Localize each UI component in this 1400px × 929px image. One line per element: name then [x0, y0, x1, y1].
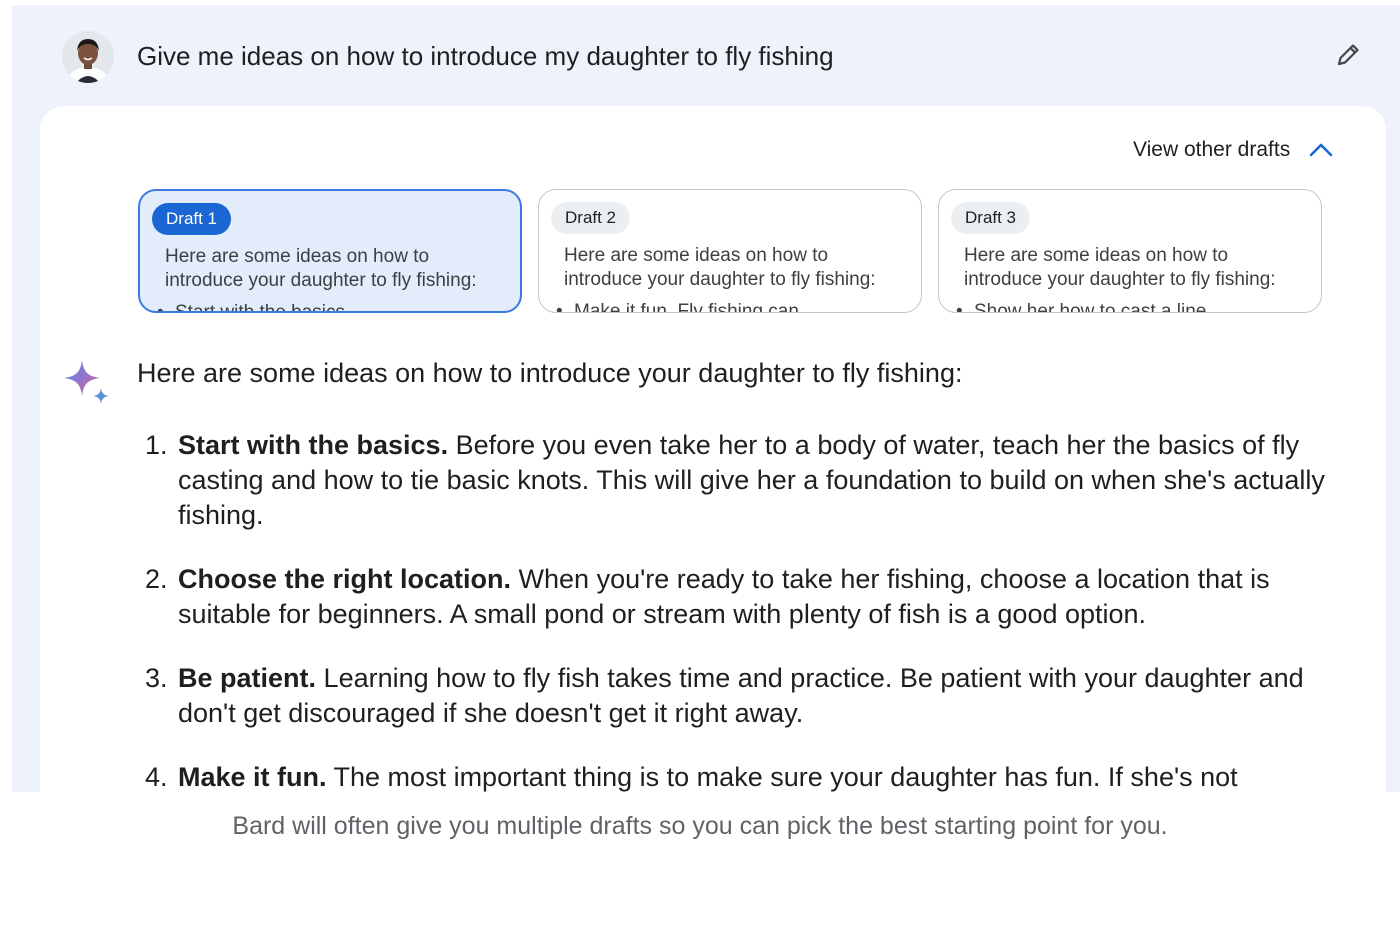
draft-card-2[interactable]: Draft 2 Here are some ideas on how to in… — [538, 189, 922, 313]
list-item-text: Learning how to fly fish takes time and … — [178, 663, 1304, 728]
draft-label: Draft 1 — [152, 203, 232, 235]
list-item-title: Be patient. — [178, 663, 317, 693]
view-other-drafts-label: View other drafts — [1133, 138, 1291, 161]
draft-card-1[interactable]: Draft 1 Here are some ideas on how to in… — [138, 189, 522, 313]
user-avatar — [62, 31, 114, 83]
list-item: 1. Start with the basics. Before you eve… — [137, 428, 1327, 533]
chevron-up-icon — [1309, 143, 1333, 157]
prompt-text: Give me ideas on how to introduce my dau… — [137, 41, 834, 71]
response-intro: Here are some ideas on how to introduce … — [137, 358, 963, 388]
image-caption: Bard will often give you multiple drafts… — [232, 812, 1168, 840]
pencil-icon[interactable] — [1334, 41, 1362, 69]
ideas-list: 1. Start with the basics. Before you eve… — [137, 428, 1327, 792]
view-other-drafts-toggle[interactable]: View other drafts — [1133, 136, 1334, 164]
draft-card-3[interactable]: Draft 3 Here are some ideas on how to in… — [938, 189, 1322, 313]
bard-screenshot: Give me ideas on how to introduce my dau… — [12, 5, 1400, 792]
list-item-number: 3. — [145, 663, 168, 693]
draft-preview: Here are some ideas on how to introduce … — [564, 245, 876, 290]
list-item-number: 4. — [145, 762, 168, 792]
list-item: 4. Make it fun. The most important thing… — [137, 760, 1327, 792]
draft-bullet: Make it fun. Fly fishing can — [556, 300, 799, 312]
draft-bullet: Show her how to cast a line — [956, 300, 1206, 312]
list-item-title: Choose the right location. — [178, 564, 512, 594]
prompt-row: Give me ideas on how to introduce my dau… — [12, 5, 1400, 105]
list-item-number: 1. — [145, 430, 168, 460]
draft-preview: Here are some ideas on how to introduce … — [964, 245, 1276, 290]
list-item: 3. Be patient. Learning how to fly fish … — [137, 661, 1327, 731]
draft-label: Draft 2 — [551, 202, 631, 234]
list-item-number: 2. — [145, 564, 168, 594]
draft-label: Draft 3 — [951, 202, 1031, 234]
sparkle-icon — [64, 360, 109, 404]
response-card: View other drafts Draft 1 Here are some … — [40, 106, 1386, 792]
draft-bullet: Start with the basics — [157, 301, 345, 311]
list-item-title: Start with the basics. — [178, 430, 449, 460]
list-item-title: Make it fun. — [178, 762, 327, 792]
draft-preview: Here are some ideas on how to introduce … — [165, 246, 477, 291]
list-item: 2. Choose the right location. When you'r… — [137, 562, 1327, 632]
list-item-text: The most important thing is to make sure… — [333, 762, 1238, 792]
